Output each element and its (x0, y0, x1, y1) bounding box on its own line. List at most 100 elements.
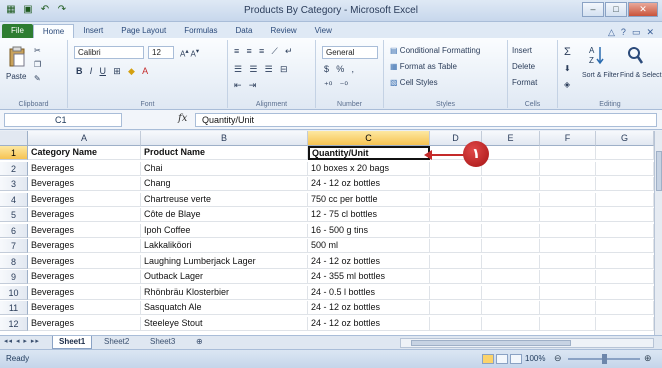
grid-cell[interactable] (596, 301, 654, 315)
formula-input[interactable]: Quantity/Unit (195, 113, 657, 127)
grid-cell[interactable]: 24 - 12 oz bottles (308, 254, 430, 269)
grid-cell[interactable]: Sasquatch Ale (141, 301, 308, 315)
grid-cell[interactable] (540, 239, 596, 253)
delete-cells-button[interactable]: Delete (512, 62, 535, 71)
vertical-scrollbar[interactable] (654, 131, 662, 335)
find-select-icon[interactable] (626, 44, 644, 66)
increase-indent-icon[interactable]: ⇥ (249, 80, 257, 91)
decrease-indent-icon[interactable]: ⇤ (234, 80, 242, 91)
grid-cell[interactable] (540, 177, 596, 191)
grid-cell[interactable]: Beverages (28, 239, 141, 253)
zoom-level[interactable]: 100% (525, 354, 545, 363)
vertical-scroll-thumb[interactable] (656, 151, 662, 191)
grid-cell[interactable] (430, 177, 482, 191)
align-top-icon[interactable]: ≡ (234, 46, 239, 56)
row-header[interactable]: 4 (0, 192, 28, 207)
help-icon[interactable]: ? (621, 27, 626, 38)
grid-cell[interactable]: 16 - 500 g tins (308, 223, 430, 238)
grid-cell[interactable]: Chartreuse verte (141, 192, 308, 207)
grow-font-icon[interactable]: A▴ A▾ (180, 47, 199, 59)
page-layout-view-button[interactable] (496, 354, 508, 364)
grid-cell[interactable]: 500 ml (308, 239, 430, 253)
cut-icon[interactable]: ✂ (34, 46, 41, 55)
grid-cell[interactable]: Outback Lager (141, 270, 308, 284)
grid-cell[interactable] (540, 285, 596, 300)
collapse-ribbon-icon[interactable]: △ (608, 27, 615, 38)
grid-cell[interactable]: 750 cc per bottle (308, 192, 430, 207)
tab-home[interactable]: Home (32, 24, 75, 38)
tab-page-layout[interactable]: Page Layout (112, 24, 175, 38)
grid-cell[interactable] (430, 270, 482, 284)
find-select-label[interactable]: Find & Select (620, 72, 662, 79)
grid-cell[interactable] (482, 161, 540, 176)
grid-cell[interactable]: 24 - 0.5 l bottles (308, 285, 430, 300)
grid-cell[interactable] (430, 254, 482, 269)
grid-cell[interactable] (540, 301, 596, 315)
zoom-out-icon[interactable]: ⊖ (554, 353, 562, 364)
active-cell[interactable]: Quantity/Unit (308, 146, 430, 160)
window-close-icon[interactable]: ✕ (646, 27, 654, 38)
column-header-c[interactable]: C (308, 131, 430, 146)
paste-icon[interactable] (8, 46, 26, 68)
grid-cell[interactable]: 24 - 12 oz bottles (308, 316, 430, 331)
grid-cell[interactable] (430, 316, 482, 331)
grid-cell[interactable] (540, 161, 596, 176)
conditional-formatting-button[interactable]: ▤ Conditional Formatting (390, 46, 480, 55)
increase-decimal-icon[interactable]: ⁺⁰ (324, 80, 332, 91)
normal-view-button[interactable] (482, 354, 494, 364)
italic-button[interactable]: I (90, 66, 93, 76)
font-size-box[interactable]: 12 (148, 46, 174, 59)
cell-styles-button[interactable]: ▧ Cell Styles (390, 78, 438, 87)
column-header-b[interactable]: B (141, 131, 308, 146)
row-header[interactable]: 11 (0, 301, 28, 315)
grid-cell[interactable] (482, 316, 540, 331)
column-header-a[interactable]: A (28, 131, 141, 146)
wrap-text-icon[interactable]: ↵ (285, 46, 293, 57)
insert-cells-button[interactable]: Insert (512, 46, 532, 55)
merge-center-icon[interactable]: ⊟ (280, 64, 288, 75)
grid-cell[interactable] (540, 270, 596, 284)
tab-review[interactable]: Review (261, 24, 305, 38)
number-format-box[interactable]: General (322, 46, 378, 59)
grid-cell[interactable] (540, 208, 596, 222)
grid-cell[interactable]: Ipoh Coffee (141, 223, 308, 238)
underline-button[interactable]: U (99, 66, 106, 76)
font-color-icon[interactable]: A (142, 66, 148, 76)
sheet-tab-2[interactable]: Sheet2 (98, 336, 135, 349)
align-center-icon[interactable]: ☰ (249, 64, 257, 75)
insert-function-button[interactable]: fx (178, 113, 187, 124)
column-header-f[interactable]: F (540, 131, 596, 146)
tab-file[interactable]: File (2, 24, 33, 38)
tab-formulas[interactable]: Formulas (175, 24, 226, 38)
grid-cell[interactable] (430, 285, 482, 300)
grid-cell[interactable] (596, 254, 654, 269)
row-header[interactable]: 2 (0, 161, 28, 176)
clear-icon[interactable]: ◈ (564, 80, 570, 89)
row-header[interactable]: 8 (0, 254, 28, 269)
column-header-e[interactable]: E (482, 131, 540, 146)
grid-cell[interactable]: 24 - 12 oz bottles (308, 177, 430, 191)
bold-button[interactable]: B (76, 66, 83, 76)
grid-cell[interactable] (596, 285, 654, 300)
grid-cell[interactable]: Beverages (28, 192, 141, 207)
grid-cell[interactable] (596, 208, 654, 222)
grid-cell[interactable] (596, 161, 654, 176)
decrease-decimal-icon[interactable]: ⁻⁰ (340, 80, 348, 91)
grid-cell[interactable]: 10 boxes x 20 bags (308, 161, 430, 176)
grid-cell[interactable] (540, 146, 596, 160)
grid-cell[interactable]: 24 - 355 ml bottles (308, 270, 430, 284)
grid-cell[interactable]: Côte de Blaye (141, 208, 308, 222)
grid-cell[interactable] (596, 146, 654, 160)
insert-sheet-icon[interactable]: ⊕ (190, 336, 209, 349)
name-box[interactable]: C1 (4, 113, 122, 127)
grid-cell[interactable] (482, 208, 540, 222)
sort-filter-label[interactable]: Sort & Filter (582, 72, 619, 79)
grid-cell[interactable] (540, 223, 596, 238)
grid-cell[interactable]: Chang (141, 177, 308, 191)
align-right-icon[interactable]: ☰ (265, 64, 273, 75)
grid-cell[interactable] (482, 254, 540, 269)
grid-cell[interactable]: Rhönbräu Klosterbier (141, 285, 308, 300)
sort-filter-icon[interactable]: A Z (588, 44, 606, 66)
column-header-g[interactable]: G (596, 131, 654, 146)
grid-cell[interactable] (430, 239, 482, 253)
